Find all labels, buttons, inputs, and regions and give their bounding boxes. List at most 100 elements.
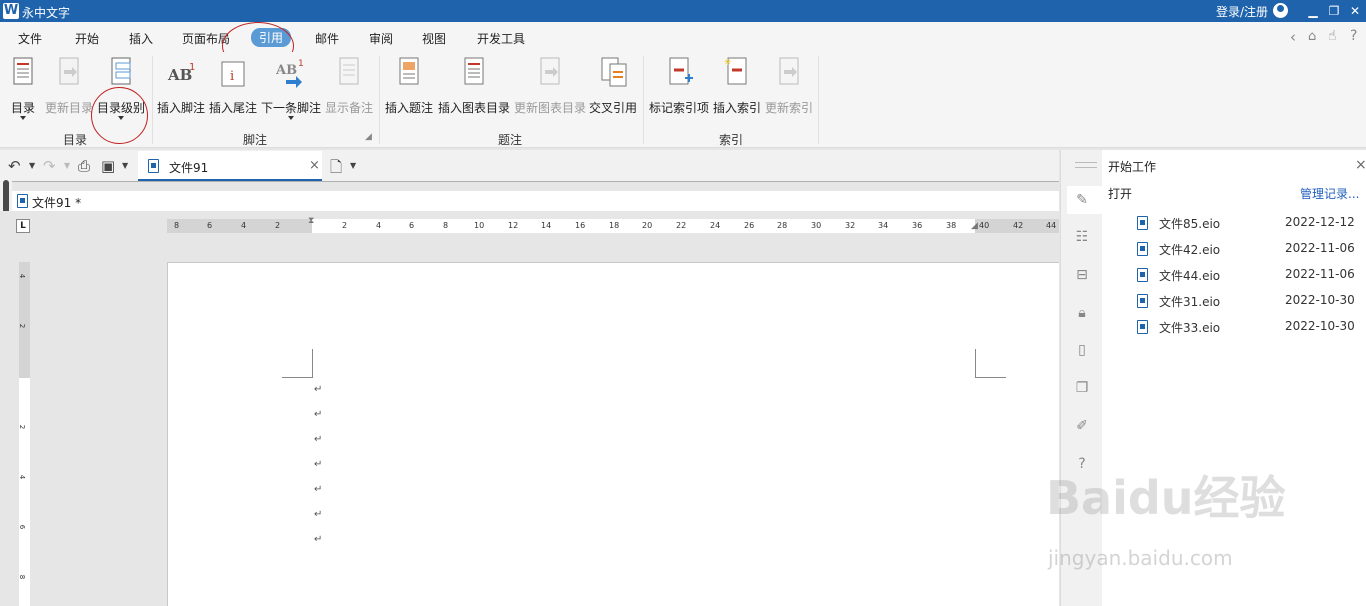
recent-file-date: 2022-10-30	[1285, 319, 1355, 333]
next-footnote-button[interactable]: AB 1 下一条脚注	[260, 56, 322, 136]
undo-dropdown-icon[interactable]: ▼	[29, 161, 35, 170]
ruler-tick: 4	[18, 474, 27, 480]
insert-figure-toc-button[interactable]: 插入图表目录	[437, 56, 511, 136]
paragraph-mark: ↵	[314, 459, 323, 470]
lock-icon[interactable]: 🔒︎	[1074, 305, 1090, 321]
ruler-margin-top	[19, 262, 30, 378]
vertical-ruler[interactable]: 4 2 2 4 6 8	[18, 262, 30, 606]
insert-index-button[interactable]: ✳ 插入索引	[712, 56, 762, 136]
save-icon[interactable]: ▣	[101, 157, 115, 175]
update-toc-button[interactable]: 更新目录	[44, 56, 94, 136]
settings-sliders-icon[interactable]: ☷	[1074, 229, 1090, 245]
help-icon[interactable]: ?	[1350, 28, 1357, 44]
ruler-tick: 32	[845, 221, 856, 230]
minimize-icon[interactable]: ▁	[1305, 2, 1321, 20]
manage-records-link[interactable]: 管理记录...	[1300, 185, 1359, 202]
show-notes-button[interactable]: 显示备注	[324, 56, 374, 136]
menu-home[interactable]: 开始	[75, 30, 99, 47]
ribbon: 目录 更新目录 目录级别 目录 AB 1 插入脚注 i 插入尾注 AB 1 下一条脚…	[0, 52, 1366, 148]
tab-stop-selector[interactable]: L	[16, 219, 30, 233]
next-footnote-dropdown-icon[interactable]	[288, 116, 294, 120]
insert-endnote-button[interactable]: i 插入尾注	[208, 56, 258, 136]
update-figure-toc-button[interactable]: 更新图表目录	[513, 56, 587, 136]
ruler-tick: 4	[18, 273, 27, 279]
menu-review[interactable]: 审阅	[369, 30, 393, 47]
document-page[interactable]: ↵ ↵ ↵ ↵ ↵ ↵ ↵	[167, 262, 1059, 606]
menu-insert[interactable]: 插入	[129, 30, 153, 47]
update-index-button[interactable]: 更新索引	[764, 56, 814, 136]
insert-footnote-button[interactable]: AB 1 插入脚注	[156, 56, 206, 136]
collapse-ribbon-icon[interactable]: ⌂	[1308, 29, 1316, 44]
hand-icon[interactable]: ☝	[1328, 28, 1337, 44]
clipboard-icon[interactable]: ▯	[1074, 342, 1090, 358]
recent-file-item[interactable]: 文件85.eio 2022-12-12	[1136, 212, 1356, 234]
menu-mail[interactable]: 邮件	[315, 30, 339, 47]
close-icon[interactable]: ✕	[1347, 2, 1363, 20]
mark-index-label: 标记索引项	[648, 101, 709, 115]
ruler-tick: 18	[609, 221, 620, 230]
menu-file[interactable]: 文件	[18, 30, 42, 47]
ruler-tick: 2	[18, 424, 27, 430]
document-icon	[148, 159, 159, 173]
toc-button[interactable]: 目录	[6, 56, 40, 136]
recent-file-item[interactable]: 文件33.eio 2022-10-30	[1136, 316, 1356, 338]
ruler-tick: 36	[912, 221, 923, 230]
redo-icon[interactable]: ↷	[43, 157, 56, 175]
panel-title: 开始工作	[1108, 160, 1157, 174]
menu-bar: 文件 开始 插入 页面布局 引用 邮件 审阅 视图 开发工具 ‹ ⌂ ☝ ?	[0, 22, 1366, 52]
menu-developer[interactable]: 开发工具	[477, 30, 525, 47]
cross-reference-label: 交叉引用	[588, 101, 637, 115]
ruler-tick: 10	[474, 221, 485, 230]
divider	[643, 56, 644, 144]
mark-index-button[interactable]: 标记索引项	[648, 56, 710, 136]
undo-icon[interactable]: ↶	[8, 157, 21, 175]
toc-dropdown-icon[interactable]	[20, 116, 26, 120]
menu-view[interactable]: 视图	[422, 30, 446, 47]
document-icon	[1137, 294, 1148, 308]
pen-icon[interactable]: ✎	[1074, 192, 1090, 208]
insert-caption-button[interactable]: 插入题注	[384, 56, 434, 136]
footnote-dialog-launcher-icon[interactable]: ◢	[365, 132, 372, 142]
ruler-tick: 16	[575, 221, 586, 230]
title-bar: W 永中文字 登录/注册 ▁ ❐ ✕	[0, 0, 1366, 22]
right-indent-marker-icon[interactable]: ◢	[971, 221, 978, 231]
watermark: Baidu经验	[1046, 471, 1286, 525]
footnote-icon: AB1	[167, 62, 195, 84]
new-document-dropdown-icon[interactable]: ▼	[350, 161, 356, 170]
footnote-group-label: 脚注	[243, 133, 268, 147]
user-avatar-icon[interactable]	[1273, 3, 1288, 18]
insert-index-icon: ✳	[724, 57, 747, 85]
mark-index-icon	[669, 57, 693, 85]
ruler-tick: 26	[744, 221, 755, 230]
annotation-circle-toc-level	[91, 87, 148, 144]
new-document-icon[interactable]: 🗋	[330, 157, 342, 182]
paragraph-mark: ↵	[314, 484, 323, 495]
ruler-tick: 4	[241, 221, 247, 230]
copy-icon[interactable]: ❐	[1074, 380, 1090, 396]
quick-access-dropdown-icon[interactable]: ▼	[122, 161, 128, 170]
document-icon	[1137, 268, 1148, 282]
panel-close-icon[interactable]: ×	[1355, 157, 1366, 173]
close-tab-icon[interactable]: ×	[309, 158, 320, 173]
recent-file-item[interactable]: 文件44.eio 2022-11-06	[1136, 264, 1356, 286]
ruler-tick: 40	[979, 221, 990, 230]
ruler-tick: 42	[1013, 221, 1024, 230]
cross-reference-button[interactable]: 交叉引用	[588, 56, 638, 136]
restore-icon[interactable]: ❐	[1326, 2, 1342, 20]
document-icon	[17, 194, 28, 208]
side-panel-toolbar: ✎ ☷ ⊟ 🔒︎ ▯ ❐ ✐ ?	[1061, 150, 1103, 606]
print-preview-icon[interactable]: ⎙	[78, 157, 90, 175]
ruler-tick: 8	[18, 574, 27, 580]
toc-level-icon	[111, 57, 131, 85]
horizontal-ruler[interactable]: 8 6 4 2 2 4 6 8 10 12 14 16 18 20 22 24 …	[167, 216, 1059, 233]
redo-dropdown-icon[interactable]: ▼	[64, 161, 70, 170]
edit-icon[interactable]: ✐	[1074, 418, 1090, 434]
recent-file-item[interactable]: 文件42.eio 2022-11-06	[1136, 238, 1356, 260]
recent-file-item[interactable]: 文件31.eio 2022-10-30	[1136, 290, 1356, 312]
endnote-icon: i	[221, 61, 245, 87]
back-icon[interactable]: ‹	[1290, 28, 1296, 46]
login-link[interactable]: 登录/注册	[1216, 3, 1268, 20]
structure-icon[interactable]: ⊟	[1074, 267, 1090, 283]
indent-marker-icon[interactable]: ⧗	[308, 216, 314, 226]
document-tab[interactable]: 文件91 ×	[138, 151, 322, 181]
